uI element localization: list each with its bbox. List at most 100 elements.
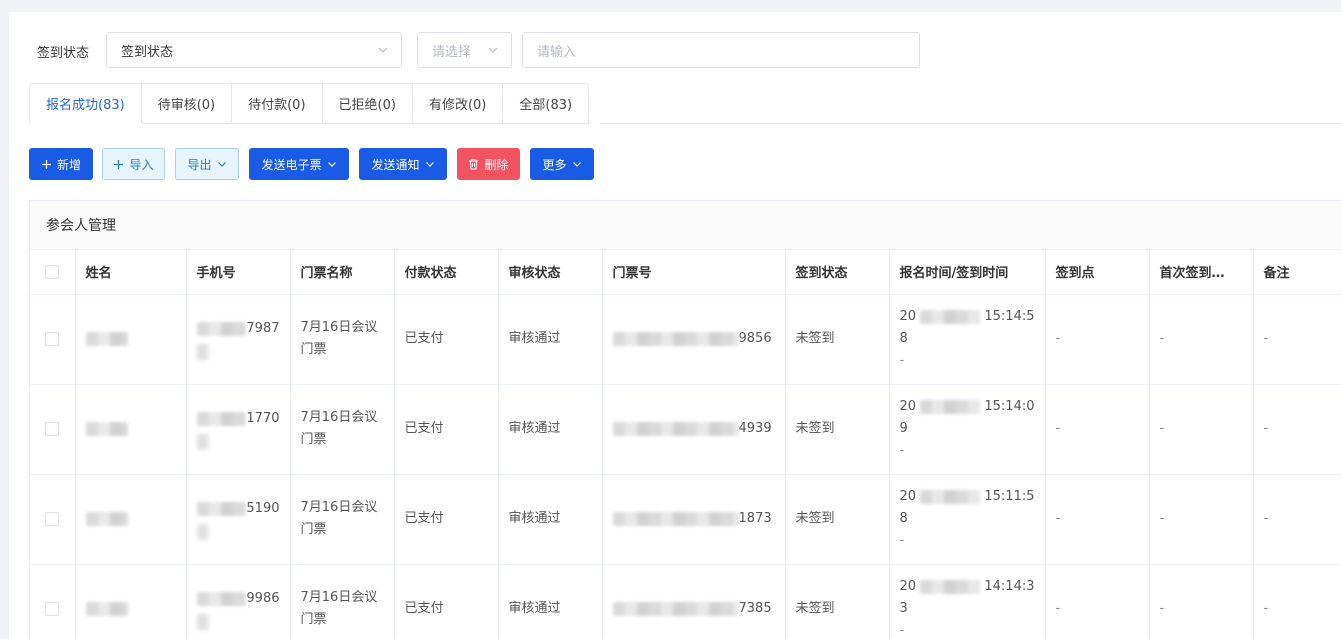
column-header[interactable]: 签到状态 <box>785 250 890 295</box>
row-checkbox[interactable] <box>45 512 60 526</box>
name-cell <box>75 564 187 639</box>
checkin-point-cell: - <box>1045 384 1150 475</box>
row-checkbox[interactable] <box>45 422 60 436</box>
chevron-down-icon <box>425 162 434 167</box>
time-prefix: 20 <box>899 399 917 414</box>
delete-button-label: 删除 <box>484 157 509 172</box>
ticket-number-cell: 9856 <box>602 294 786 385</box>
tab-label: 待付款(0) <box>248 98 306 113</box>
redacted-name <box>85 601 128 616</box>
phone-cell: 5190 <box>186 474 291 565</box>
payment-status-cell: 已支付 <box>394 564 499 639</box>
redacted-phone <box>196 592 247 606</box>
send-eticket-button[interactable]: 发送电子票 <box>249 148 349 180</box>
column-header[interactable]: 手机号 <box>186 250 291 295</box>
table-row: 7987 7月16日会议门票 已支付 审核通过 9856 未签到 20 15:14:5 8- - -… <box>30 294 1341 385</box>
first-checkin-cell: - <box>1149 294 1254 385</box>
delete-button[interactable]: 删除 <box>457 148 520 180</box>
time-line2: 9 <box>899 421 908 436</box>
attendee-table: 姓名 手机号 门票名称 付款状态 审核状态 门票号 签到状态 报名时间/签到时间… <box>30 250 1341 639</box>
checkin-status-cell: 未签到 <box>785 474 890 565</box>
checkin-status-select-value: 签到状态 <box>121 44 174 60</box>
review-status-cell: 审核通过 <box>498 384 603 475</box>
time-cell: 20 14:14:3 3 - <box>889 564 1046 639</box>
note-cell: - <box>1253 294 1341 385</box>
select-all-checkbox[interactable] <box>45 264 60 279</box>
export-button[interactable]: 导出 <box>175 148 239 180</box>
option-select[interactable]: 请选择 <box>417 32 512 68</box>
column-header[interactable]: 门票号 <box>602 250 786 295</box>
tab-pending-review[interactable]: 待审核(0) <box>141 83 233 124</box>
tab-all[interactable]: 全部(83) <box>503 83 590 124</box>
checkin-time: - <box>899 533 905 548</box>
checkin-point-cell: - <box>1045 474 1150 565</box>
phone-cell: 9986 <box>186 564 291 639</box>
review-status-cell: 审核通过 <box>498 474 603 565</box>
name-cell <box>75 294 187 385</box>
send-notice-button[interactable]: 发送通知 <box>359 148 447 180</box>
import-button[interactable]: 导入 <box>102 148 165 180</box>
add-button-label: 新增 <box>56 157 81 172</box>
phone-tail: 7987 <box>246 321 280 336</box>
column-header[interactable]: 审核状态 <box>498 250 603 295</box>
redacted-phone <box>196 412 247 426</box>
checkin-status-cell: 未签到 <box>785 294 890 385</box>
tab-modified[interactable]: 有修改(0) <box>412 83 504 124</box>
redacted-ticket-number <box>612 602 739 616</box>
redacted-date <box>920 400 981 414</box>
tab-success[interactable]: 报名成功(83) <box>29 83 142 124</box>
note-cell: - <box>1253 564 1341 639</box>
tab-rejected[interactable]: 已拒绝(0) <box>322 83 413 124</box>
checkin-status-select[interactable]: 签到状态 <box>106 32 402 68</box>
checkin-status-cell: 未签到 <box>785 384 890 475</box>
column-header[interactable]: 签到点 <box>1045 250 1150 295</box>
time-line2: 3 <box>899 601 908 616</box>
tab-label: 全部(83) <box>519 98 573 113</box>
redacted-date <box>920 490 981 504</box>
payment-status-cell: 已支付 <box>394 294 499 385</box>
tab-pending-payment[interactable]: 待付款(0) <box>232 83 323 124</box>
ticket-number-tail: 1873 <box>738 511 772 526</box>
redacted-date <box>920 310 981 324</box>
column-header[interactable]: 付款状态 <box>394 250 499 295</box>
ticket-name-cell: 7月16日会议门票 <box>290 564 395 639</box>
send-notice-label: 发送通知 <box>371 157 420 172</box>
phone-cell: 7987 <box>186 294 291 385</box>
ticket-name-cell: 7月16日会议门票 <box>290 384 395 475</box>
row-select-cell <box>30 474 76 565</box>
payment-status-cell: 已支付 <box>394 474 499 565</box>
phone-cell: 1770 <box>186 384 291 475</box>
column-header[interactable]: 报名时间/签到时间 <box>889 250 1046 295</box>
ticket-number-tail: 7385 <box>738 601 772 616</box>
redacted-name <box>85 511 128 526</box>
column-header[interactable]: 门票名称 <box>290 250 395 295</box>
ticket-number-cell: 4939 <box>602 384 786 475</box>
chevron-down-icon <box>488 47 498 53</box>
ticket-number-cell: 7385 <box>602 564 786 639</box>
tab-label: 已拒绝(0) <box>338 98 396 113</box>
ticket-number-tail: 9856 <box>738 331 772 346</box>
option-select-placeholder: 请选择 <box>432 44 472 60</box>
chevron-down-icon <box>217 162 226 167</box>
table-row: 1770 7月16日会议门票 已支付 审核通过 4939 未签到 20 15:14:0 9- - -… <box>30 384 1341 475</box>
column-header[interactable]: 备注 <box>1253 250 1341 295</box>
select-all-cell <box>30 250 76 295</box>
phone-tail: 9986 <box>246 591 280 606</box>
row-select-cell <box>30 564 76 639</box>
plus-icon <box>114 159 124 169</box>
redacted-ticket-number <box>612 422 739 436</box>
ticket-number-tail: 4939 <box>738 421 772 436</box>
checkin-time: - <box>899 443 905 458</box>
tabs-divider <box>600 123 1341 124</box>
column-header[interactable]: 首次签到… <box>1149 250 1254 295</box>
add-button[interactable]: 新增 <box>29 148 93 180</box>
redacted-phone <box>196 322 247 336</box>
more-button[interactable]: 更多 <box>530 148 594 180</box>
redacted-name <box>85 421 128 436</box>
column-header[interactable]: 姓名 <box>75 250 187 295</box>
first-checkin-cell: - <box>1149 564 1254 639</box>
search-input[interactable]: 请输入 <box>522 32 920 68</box>
checkin-time: - <box>899 353 905 368</box>
row-checkbox[interactable] <box>45 602 60 616</box>
row-checkbox[interactable] <box>45 332 60 346</box>
